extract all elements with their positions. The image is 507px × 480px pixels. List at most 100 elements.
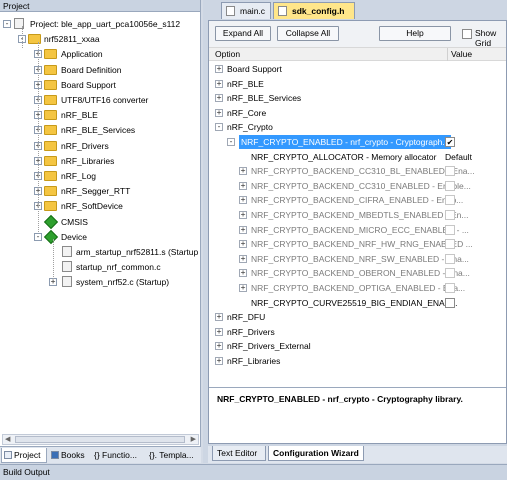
tree-group[interactable]: + nRF_SoftDevice [0, 199, 200, 213]
expand-icon[interactable]: + [239, 254, 247, 263]
option-checkbox[interactable] [445, 224, 455, 235]
option-value[interactable]: Default [445, 150, 472, 164]
scroll-right-icon[interactable]: ▶ [191, 435, 196, 444]
scroll-thumb[interactable] [15, 436, 185, 443]
scroll-left-icon[interactable]: ◀ [5, 435, 10, 444]
project-tree[interactable]: - Project: ble_app_uart_pca10056e_s112- nr… [0, 14, 200, 434]
show-grid-checkbox[interactable] [462, 29, 472, 39]
tab-main-c[interactable]: main.c [221, 2, 271, 19]
tree-group[interactable]: + nRF_BLE [0, 108, 200, 122]
option-row[interactable]: - NRF_CRYPTO_ENABLED - nrf_crypto - Crypt… [209, 135, 506, 149]
option-row[interactable]: + NRF_CRYPTO_BACKEND_OPTIGA_ENABLED - Ena… [209, 281, 506, 295]
expand-icon[interactable]: + [239, 284, 247, 292]
expand-icon[interactable]: + [239, 167, 247, 176]
collapse-icon[interactable]: - [227, 138, 235, 146]
expand-icon[interactable]: + [239, 240, 247, 249]
collapse-icon[interactable]: - [34, 232, 42, 241]
option-checkbox[interactable] [445, 268, 455, 279]
tree-file[interactable]: startup_nrf_common.c [0, 260, 200, 274]
expand-icon[interactable]: + [215, 313, 223, 322]
option-row[interactable]: + nRF_DFU [209, 310, 506, 324]
option-checkbox[interactable] [445, 210, 455, 220]
option-row[interactable]: NRF_CRYPTO_ALLOCATOR - Memory allocator D… [209, 150, 506, 164]
tree-device[interactable]: - Device [0, 229, 200, 244]
option-row[interactable]: NRF_CRYPTO_CURVE25519_BIG_ENDIAN_ENAB... [209, 296, 506, 310]
build-output-bar[interactable]: Build Output [0, 464, 507, 480]
option-row[interactable]: - nRF_Crypto [209, 120, 506, 134]
tab-books[interactable]: Books [49, 448, 89, 463]
option-checkbox[interactable] [445, 180, 455, 191]
column-divider[interactable] [447, 48, 448, 61]
option-checkbox[interactable] [445, 239, 455, 250]
option-row[interactable]: + NRF_CRYPTO_BACKEND_CIFRA_ENABLED - Enab… [209, 193, 506, 207]
value-column-header[interactable]: Value [451, 49, 472, 59]
project-icon [4, 451, 12, 459]
option-checkbox[interactable] [445, 195, 455, 206]
tree-cmsis[interactable]: CMSIS [0, 214, 200, 229]
project-horizontal-scrollbar[interactable]: ◀ ▶ [2, 434, 199, 445]
collapse-icon[interactable]: - [3, 20, 11, 28]
option-checkbox[interactable]: ✔ [445, 137, 455, 147]
tree-group[interactable]: + Application [0, 47, 200, 61]
tree-file[interactable]: arm_startup_nrf52811.s (Startup [0, 245, 200, 259]
option-checkbox[interactable] [445, 283, 455, 293]
option-checkbox[interactable] [445, 297, 455, 308]
tab-templates[interactable]: {}. Templa... [147, 448, 201, 463]
source-file-icon [62, 261, 72, 273]
tab-project[interactable]: Project [1, 448, 47, 463]
tree-group[interactable]: + nRF_Drivers [0, 139, 200, 153]
tab-configuration-wizard[interactable]: Configuration Wizard [268, 446, 364, 461]
option-row[interactable]: + nRF_BLE_Services [209, 91, 506, 105]
expand-icon[interactable]: + [215, 108, 223, 117]
tab-text-editor[interactable]: Text Editor [212, 446, 266, 461]
expand-icon[interactable]: + [215, 342, 223, 351]
expand-icon[interactable]: + [239, 181, 247, 190]
option-row[interactable]: + NRF_CRYPTO_BACKEND_MICRO_ECC_ENABLED - … [209, 223, 506, 237]
tree-group[interactable]: + Board Support [0, 78, 200, 92]
tree-group[interactable]: + Board Definition [0, 63, 200, 77]
option-row[interactable]: + NRF_CRYPTO_BACKEND_NRF_HW_RNG_ENABLED .… [209, 237, 506, 251]
tab-functions[interactable]: {} Functio... [92, 448, 146, 463]
expand-all-button[interactable]: Expand All [215, 26, 271, 41]
option-row[interactable]: + NRF_CRYPTO_BACKEND_CC310_ENABLED - Enab… [209, 179, 506, 193]
expand-icon[interactable]: + [239, 269, 247, 278]
folder-icon [44, 201, 57, 212]
collapse-icon[interactable]: - [215, 123, 223, 132]
project-root[interactable]: - Project: ble_app_uart_pca10056e_s112 [0, 17, 200, 31]
option-row[interactable]: + nRF_Libraries [209, 354, 506, 368]
tree-item-label: Application [61, 49, 103, 60]
tree-file[interactable]: + system_nrf52.c (Startup) [0, 275, 200, 289]
option-row[interactable]: + NRF_CRYPTO_BACKEND_MBEDTLS_ENABLED - En… [209, 208, 506, 222]
option-checkbox[interactable] [445, 253, 455, 264]
option-row[interactable]: + NRF_CRYPTO_BACKEND_OBERON_ENABLED - Ena… [209, 266, 506, 280]
option-row[interactable]: + nRF_Core [209, 106, 506, 120]
expand-icon[interactable]: + [215, 327, 223, 336]
option-checkbox[interactable] [445, 166, 455, 177]
option-column-header[interactable]: Option [215, 49, 240, 59]
option-row[interactable]: + nRF_Drivers_External [209, 339, 506, 353]
help-button[interactable]: Help [379, 26, 451, 41]
tree-group[interactable]: + nRF_Segger_RTT [0, 184, 200, 198]
tree-group[interactable]: + nRF_Libraries [0, 154, 200, 168]
tree-group[interactable]: + nRF_BLE_Services [0, 123, 200, 137]
tree-item-label: nRF_SoftDevice [61, 201, 123, 212]
tree-group[interactable]: + nRF_Log [0, 169, 200, 183]
expand-icon[interactable]: + [215, 79, 223, 88]
expand-icon[interactable]: + [239, 196, 247, 205]
option-tree[interactable]: + Board Support + nRF_BLE + nRF_BLE_Services +… [209, 62, 506, 387]
option-row[interactable]: + nRF_Drivers [209, 325, 506, 339]
tab-sdk-config-h[interactable]: sdk_config.h [273, 2, 355, 19]
collapse-all-button[interactable]: Collapse All [277, 26, 339, 41]
expand-icon[interactable]: + [239, 211, 247, 219]
expand-icon[interactable]: + [215, 357, 223, 365]
tree-item-label: nRF_BLE_Services [61, 125, 136, 136]
target-node[interactable]: - nrf52811_xxaa [0, 32, 200, 46]
option-row[interactable]: + NRF_CRYPTO_BACKEND_NRF_SW_ENABLED - Ena… [209, 252, 506, 266]
expand-icon[interactable]: + [215, 65, 223, 73]
option-row[interactable]: + nRF_BLE [209, 77, 506, 91]
expand-icon[interactable]: + [215, 94, 223, 103]
tree-group[interactable]: + UTF8/UTF16 converter [0, 93, 200, 107]
option-row[interactable]: + NRF_CRYPTO_BACKEND_CC310_BL_ENABLED - E… [209, 164, 506, 178]
expand-icon[interactable]: + [239, 225, 247, 234]
option-row[interactable]: + Board Support [209, 62, 506, 76]
